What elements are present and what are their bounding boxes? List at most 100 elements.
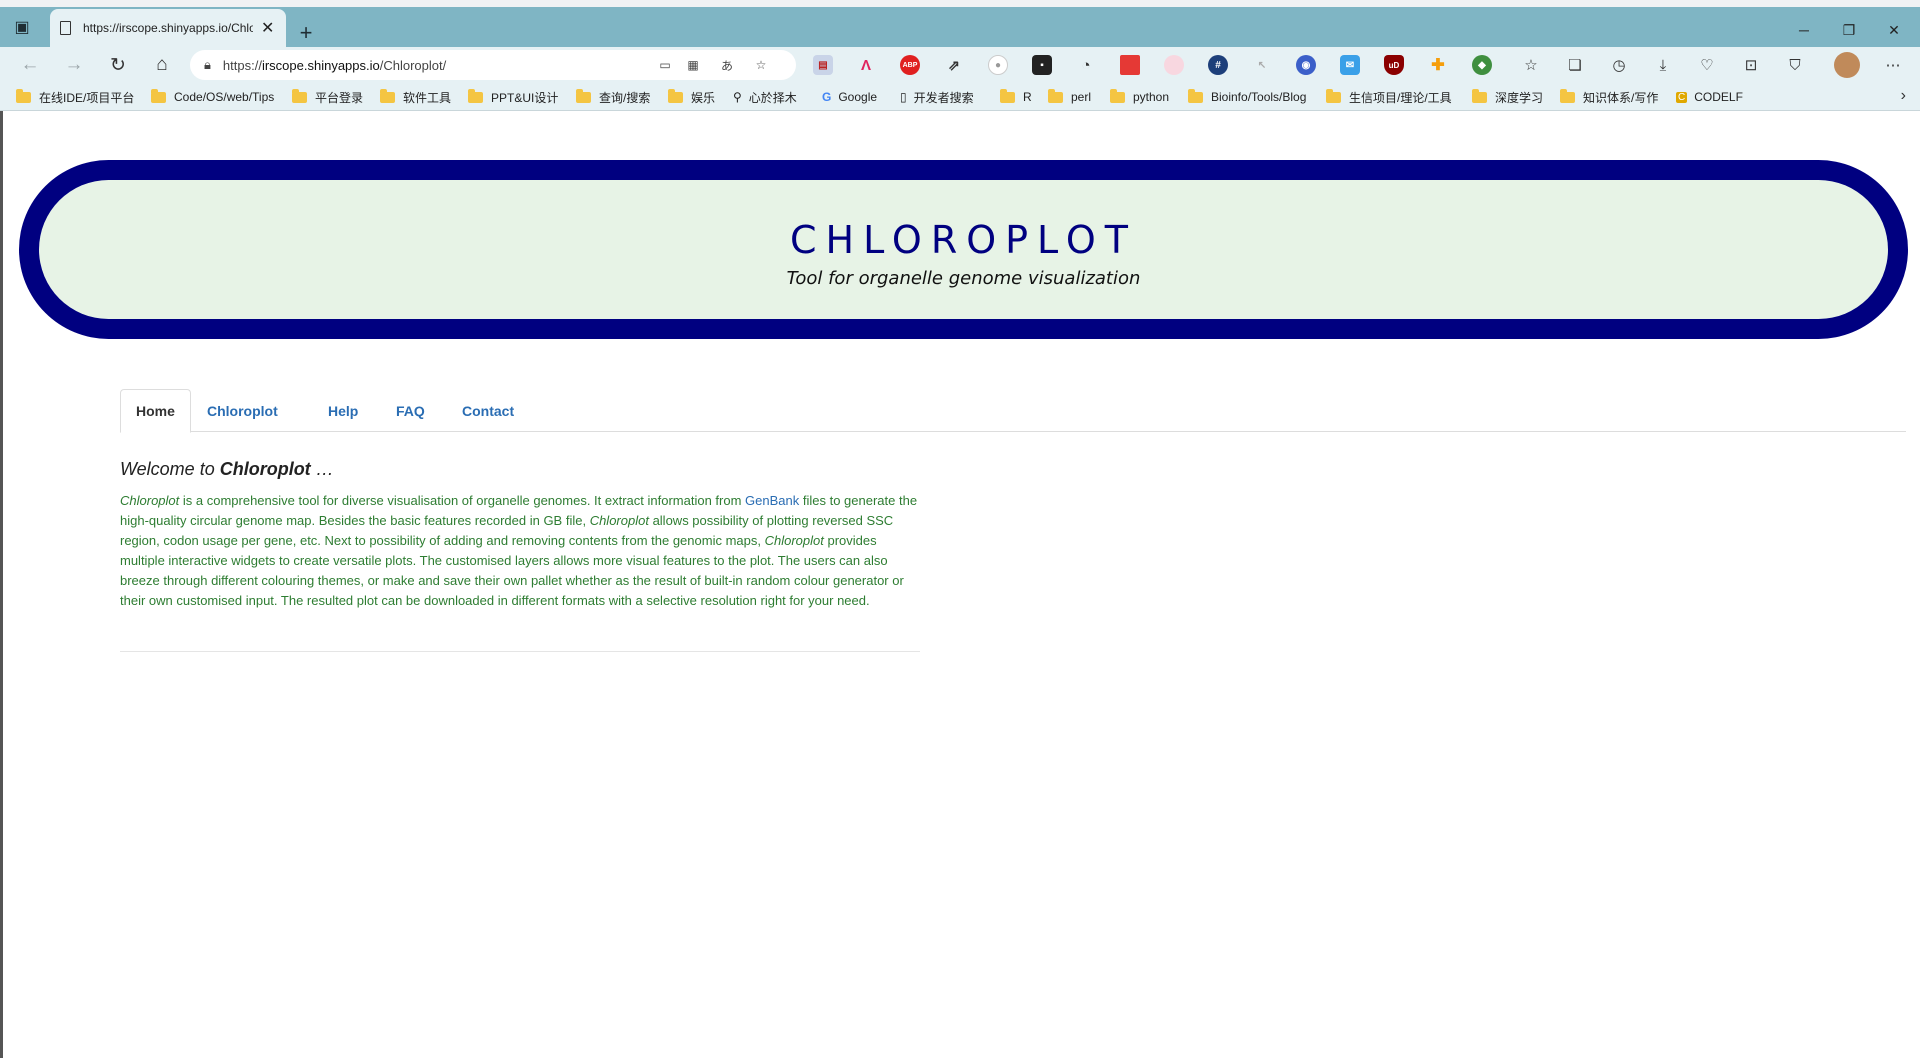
cursor-extension-icon[interactable]: ↖ [1252, 55, 1272, 75]
bookmark-folder[interactable]: 娱乐 [668, 88, 715, 106]
address-bar[interactable]: 🔒︎ https://irscope.shinyapps.io/Chloropl… [190, 50, 796, 80]
bookmark-folder[interactable]: Bioinfo/Tools/Blog [1188, 88, 1306, 106]
url-text[interactable]: https://irscope.shinyapps.io/Chloroplot/ [223, 58, 446, 73]
app-subtitle: Tool for organelle genome visualization [786, 268, 1141, 289]
bookmark-glyph-icon: ⚲ [733, 90, 742, 104]
extension-a-icon[interactable]: Λ [856, 55, 876, 75]
green-extension-icon[interactable]: ◆ [1472, 55, 1492, 75]
collections-icon[interactable]: ❏ [1564, 54, 1586, 76]
nav-tabs: Home Chloroplot Help FAQ Contact [120, 389, 1906, 433]
folder-icon [1326, 88, 1341, 103]
browser-chrome: ▣ https://irscope.shinyapps.io/Chloroplo… [0, 0, 1920, 116]
bookmark-folder[interactable]: 知识体系/写作 [1560, 88, 1658, 106]
tab-help[interactable]: Help [313, 389, 373, 432]
divider [120, 651, 920, 652]
chevron-right-icon[interactable]: › [1901, 87, 1906, 105]
header-banner: CHLOROPLOT Tool for organelle genome vis… [19, 160, 1908, 339]
folder-icon [668, 88, 683, 103]
bookmark-folder[interactable]: 平台登录 [292, 88, 363, 106]
browser-tab-active[interactable]: https://irscope.shinyapps.io/Chloroplot/… [50, 9, 286, 47]
ublock-icon[interactable]: uD [1384, 55, 1404, 75]
bookmark-folder[interactable]: 生信项目/理论/工具 [1326, 88, 1452, 106]
folder-icon [468, 88, 483, 103]
pink-extension-icon[interactable] [1164, 55, 1184, 75]
bookmark-link[interactable]: G Google [822, 88, 877, 106]
refresh-icon[interactable]: ↻ [102, 49, 134, 81]
tab-actions-icon[interactable]: ▣ [6, 11, 38, 43]
bookmarks-bar: 在线IDE/项目平台 Code/OS/web/Tips 平台登录 软件工具 PP… [0, 83, 1920, 111]
mail-extension-icon[interactable]: ✉ [1340, 55, 1360, 75]
top-strip [0, 0, 1920, 7]
hash-extension-icon[interactable]: # [1208, 55, 1228, 75]
folder-icon [1188, 88, 1203, 103]
history-icon[interactable]: ◷ [1608, 54, 1630, 76]
restore-icon[interactable]: ❐ [1827, 15, 1871, 45]
app-title: CHLOROPLOT [789, 218, 1137, 262]
firefox-style-icon[interactable]: ◉ [1296, 55, 1316, 75]
tab-faq[interactable]: FAQ [381, 389, 440, 432]
bookmark-folder[interactable]: 软件工具 [380, 88, 451, 106]
bookmark-folder[interactable]: 在线IDE/项目平台 [16, 88, 134, 106]
favorites-icon[interactable]: ☆ [1520, 54, 1542, 76]
bookmark-folder[interactable]: perl [1048, 88, 1091, 106]
lock-icon[interactable]: 🔒︎ [204, 57, 211, 73]
bookmark-folder[interactable]: R [1000, 88, 1032, 106]
tab-home[interactable]: Home [120, 389, 191, 433]
folder-icon [1560, 88, 1575, 103]
web-page: CHLOROPLOT Tool for organelle genome vis… [0, 111, 1920, 1058]
tab-contact[interactable]: Contact [447, 389, 529, 432]
minimize-icon[interactable]: ─ [1782, 15, 1826, 45]
speed-icon[interactable]: ◔ [1076, 55, 1096, 75]
red-square-extension-icon[interactable] [1120, 55, 1140, 75]
bookmark-folder[interactable]: PPT&UI设计 [468, 88, 558, 106]
folder-icon [1110, 88, 1125, 103]
bookmark-folder[interactable]: python [1110, 88, 1169, 106]
genbank-link[interactable]: GenBank [745, 493, 799, 508]
tab-chloroplot[interactable]: Chloroplot [192, 389, 293, 432]
folder-icon [1048, 88, 1063, 103]
bookmark-link[interactable]: ▯ 开发者搜索 [900, 88, 974, 106]
forward-icon[interactable]: → [58, 49, 90, 81]
extension-badge-icon[interactable]: ▪ [1032, 55, 1052, 75]
translate-icon[interactable]: あ [716, 56, 738, 74]
bookmark-folder[interactable]: 深度学习 [1472, 88, 1543, 106]
extension-circle-icon[interactable]: ● [988, 55, 1008, 75]
bookmark-link[interactable]: ⚲ 心於择木 [733, 88, 797, 106]
folder-icon [16, 88, 31, 103]
reader-view-icon[interactable]: ▭ [654, 56, 676, 74]
screenshot-icon[interactable]: ⊡ [1740, 54, 1762, 76]
back-icon[interactable]: ← [14, 49, 46, 81]
bookmark-link[interactable]: C CODELF [1676, 88, 1743, 106]
adblock-icon[interactable]: ABP [900, 55, 920, 75]
downloads-icon[interactable]: ⤓ [1652, 54, 1674, 76]
tab-bar: ▣ https://irscope.shinyapps.io/Chloroplo… [0, 7, 1920, 47]
folder-icon [576, 88, 591, 103]
close-tab-icon[interactable]: ✕ [261, 18, 274, 38]
plus-extension-icon[interactable]: ✚ [1428, 55, 1448, 75]
folder-icon [1472, 88, 1487, 103]
page-icon: ▯ [900, 90, 907, 104]
new-tab-icon[interactable]: + [290, 17, 322, 49]
google-icon: G [822, 90, 832, 104]
favorite-star-icon[interactable]: ☆ [750, 56, 772, 74]
home-icon[interactable]: ⌂ [146, 49, 178, 81]
bookmark-folder[interactable]: Code/OS/web/Tips [151, 88, 274, 106]
qr-code-icon[interactable]: ▦ [682, 56, 704, 74]
profile-avatar[interactable] [1834, 52, 1860, 78]
folder-icon [292, 88, 307, 103]
codelf-icon: C [1676, 91, 1688, 103]
more-menu-icon[interactable]: ⋯ [1882, 54, 1904, 76]
security-icon[interactable]: ⛉ [1784, 54, 1806, 76]
banner-inner: CHLOROPLOT Tool for organelle genome vis… [39, 180, 1888, 319]
flag-extension-icon[interactable]: ▤ [813, 55, 833, 75]
bookmark-folder[interactable]: 查询/搜索 [576, 88, 650, 106]
folder-icon [1000, 88, 1015, 103]
performance-icon[interactable]: ♡ [1696, 54, 1718, 76]
folder-icon [380, 88, 395, 103]
page-icon [60, 21, 71, 35]
welcome-heading: Welcome to Chloroplot … [120, 459, 334, 479]
extension-chart-icon[interactable]: ⇗ [944, 55, 964, 75]
folder-icon [151, 88, 166, 103]
browser-toolbar: ← → ↻ ⌂ 🔒︎ https://irscope.shinyapps.io/… [0, 47, 1920, 116]
close-window-icon[interactable]: ✕ [1872, 15, 1916, 45]
